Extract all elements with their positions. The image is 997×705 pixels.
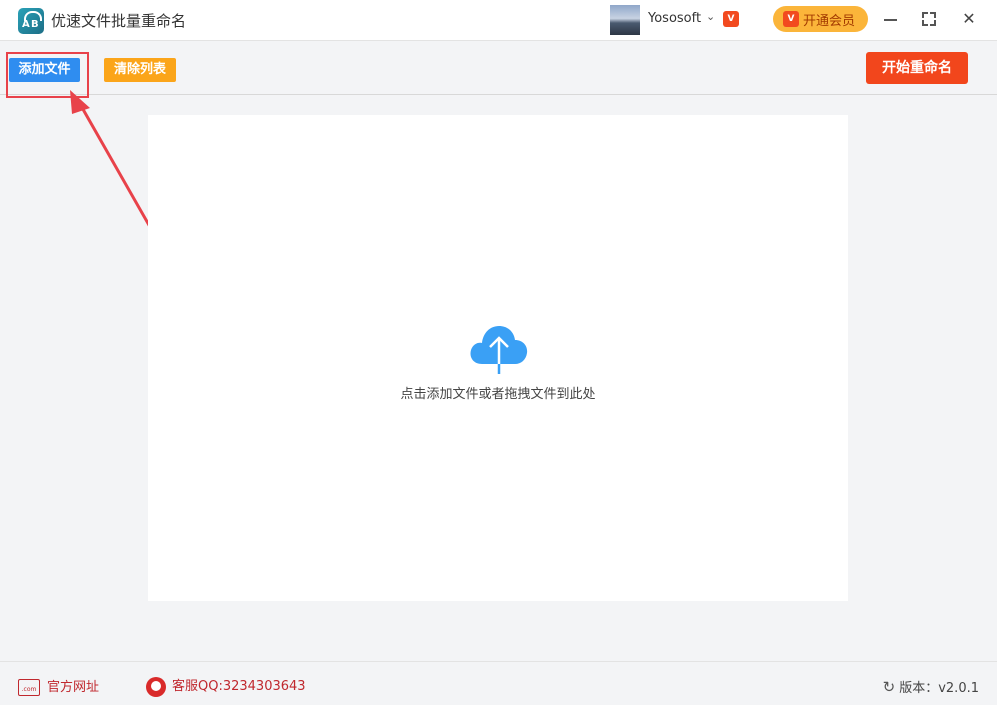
toolbar: 添加文件 清除列表 开始重命名 bbox=[0, 41, 997, 95]
vip-badge-icon: V bbox=[723, 11, 739, 27]
minimize-button[interactable] bbox=[878, 6, 904, 32]
customer-service-qq-link[interactable]: 客服QQ:3234303643 bbox=[146, 675, 306, 697]
close-icon: ✕ bbox=[962, 9, 976, 28]
official-website-link[interactable]: .com 官方网址 bbox=[18, 676, 99, 696]
website-icon: .com bbox=[18, 679, 40, 696]
avatar[interactable] bbox=[610, 5, 640, 35]
start-rename-button[interactable]: 开始重命名 bbox=[866, 52, 968, 84]
open-vip-label: 开通会员 bbox=[803, 14, 856, 29]
open-vip-button[interactable]: V 开通会员 bbox=[773, 6, 868, 32]
refresh-icon: ↻ bbox=[882, 678, 896, 696]
annotation-highlight-box bbox=[6, 52, 89, 98]
version-info[interactable]: ↻ 版本：v2.0.1 bbox=[883, 677, 979, 696]
app-logo-icon: A B bbox=[18, 8, 44, 34]
username[interactable]: Yososoft bbox=[648, 11, 701, 26]
vip-icon: V bbox=[783, 11, 799, 27]
maximize-button[interactable] bbox=[916, 6, 942, 32]
cloud-upload-icon bbox=[470, 326, 528, 374]
file-drop-zone[interactable]: 点击添加文件或者拖拽文件到此处 bbox=[148, 115, 848, 601]
close-button[interactable]: ✕ bbox=[956, 6, 982, 32]
app-title: 优速文件批量重命名 bbox=[51, 12, 187, 30]
chevron-down-icon[interactable]: ⌄ bbox=[706, 10, 715, 23]
minimize-icon bbox=[884, 19, 897, 21]
version-label: 版本：v2.0.1 bbox=[899, 681, 979, 696]
status-bar: .com 官方网址 客服QQ:3234303643 ↻ 版本：v2.0.1 bbox=[0, 661, 997, 705]
maximize-icon bbox=[922, 12, 936, 26]
clear-list-button[interactable]: 清除列表 bbox=[104, 58, 176, 82]
title-bar: A B 优速文件批量重命名 Yososoft ⌄ V V 开通会员 ✕ bbox=[0, 0, 997, 41]
drop-zone-hint: 点击添加文件或者拖拽文件到此处 bbox=[400, 387, 596, 402]
customer-service-label: 客服QQ:3234303643 bbox=[172, 679, 306, 694]
official-website-label: 官方网址 bbox=[47, 680, 100, 695]
customer-service-icon bbox=[146, 676, 166, 697]
